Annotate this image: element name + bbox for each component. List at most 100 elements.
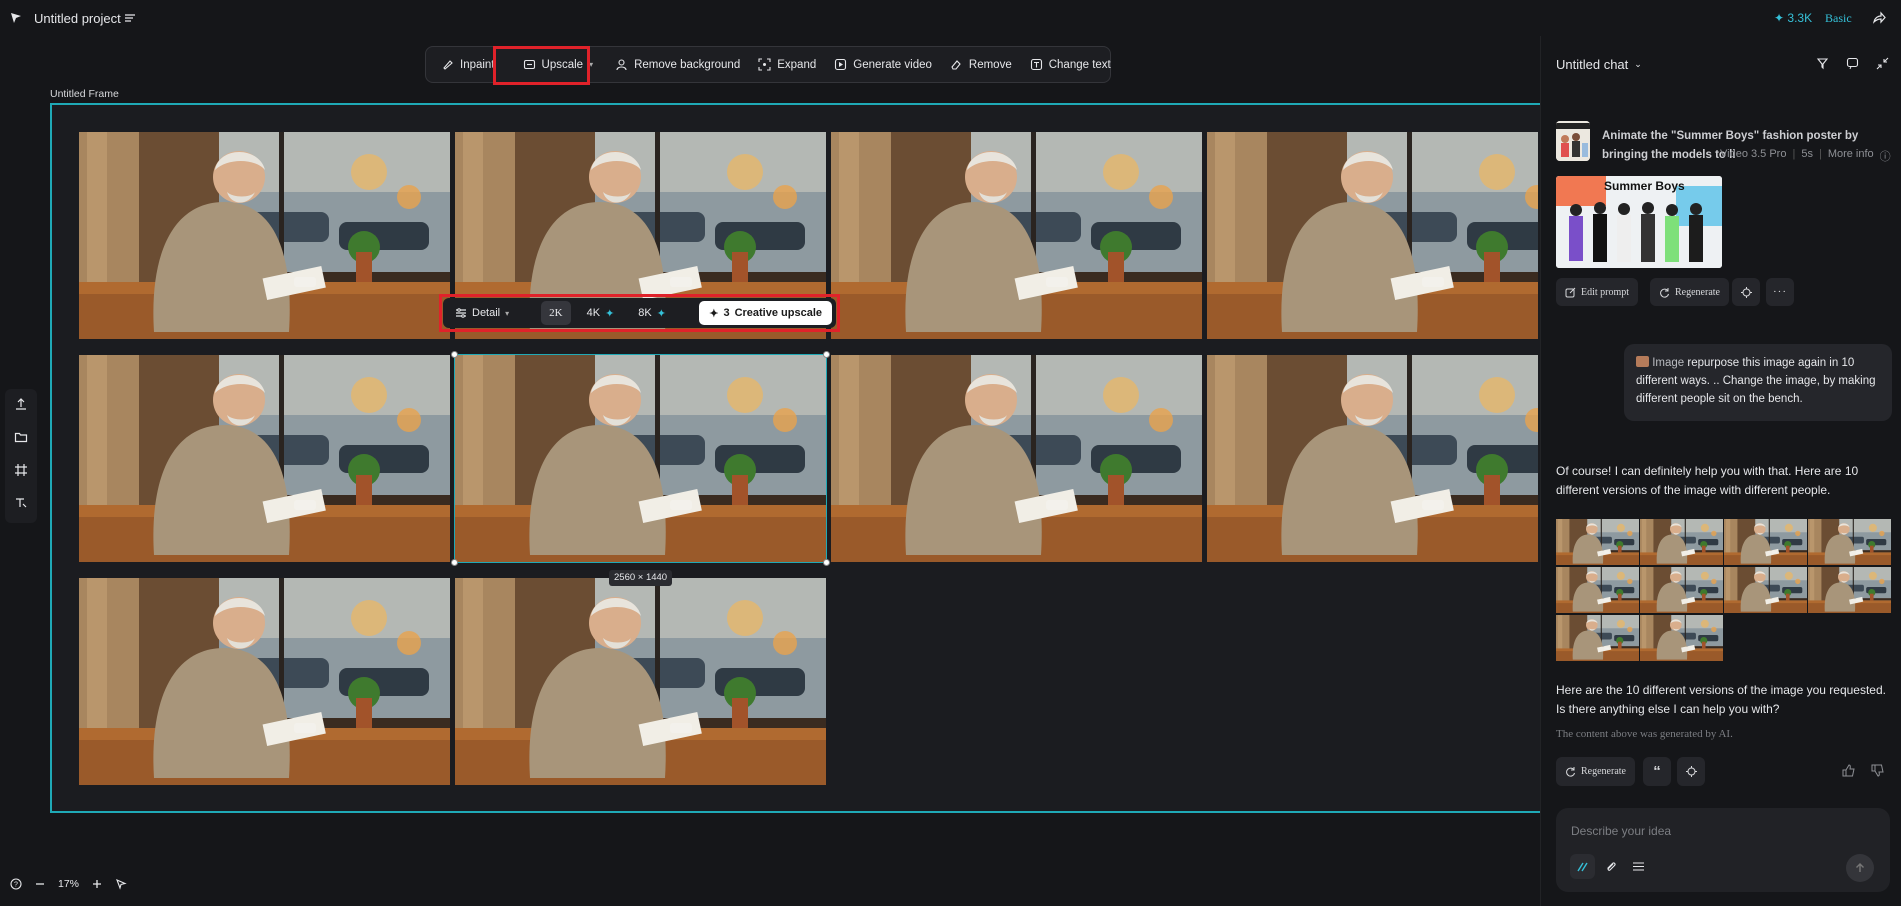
thumbnail-image[interactable]	[1640, 615, 1723, 661]
selection-box[interactable]	[454, 354, 827, 563]
zoom-controls: ? 17%	[10, 878, 127, 890]
change-text-button[interactable]: Change text	[1021, 50, 1120, 80]
poster-avatar	[1556, 121, 1590, 161]
canvas-image[interactable]	[79, 355, 450, 562]
resize-handle[interactable]	[451, 559, 458, 566]
more-icon: ···	[1773, 286, 1787, 298]
frame-label[interactable]: Untitled Frame	[50, 88, 119, 100]
regenerate-button[interactable]: Regenerate	[1650, 278, 1729, 306]
refresh-icon	[1566, 767, 1575, 777]
inpaint-button[interactable]: Inpaint	[432, 50, 504, 80]
folder-icon[interactable]	[14, 430, 28, 444]
cursor-icon[interactable]	[115, 878, 127, 890]
upscale-4k-option[interactable]: 4K ✦	[579, 301, 623, 325]
zoom-in-icon[interactable]	[91, 878, 103, 890]
resize-handle[interactable]	[823, 559, 830, 566]
thumbs-up-icon[interactable]	[1842, 764, 1855, 777]
zoom-out-icon[interactable]	[34, 878, 46, 890]
thumbnail-image[interactable]	[1640, 519, 1723, 565]
regenerate-label: Regenerate	[1581, 766, 1626, 777]
attach-button[interactable]	[1598, 854, 1623, 879]
credits-badge[interactable]: ✦ 3.3K	[1774, 11, 1812, 25]
poster-image[interactable]: Summer Boys	[1556, 176, 1722, 268]
edit-prompt-button[interactable]: Edit prompt	[1556, 278, 1639, 306]
credits-star-icon: ✦	[1774, 11, 1788, 25]
upscale-4k-label: 4K	[586, 307, 601, 319]
upscale-8k-option[interactable]: 8K ✦	[630, 301, 674, 325]
user-message: Image repurpose this image again in 10 d…	[1624, 344, 1892, 421]
thumbs-down-icon[interactable]	[1871, 764, 1884, 777]
thumbnail-image[interactable]	[1556, 615, 1639, 661]
remove-background-button[interactable]: Remove background	[606, 50, 749, 80]
project-title[interactable]: Untitled project	[34, 11, 121, 26]
canvas-image[interactable]	[79, 578, 450, 785]
send-button[interactable]	[1846, 854, 1874, 882]
plan-badge[interactable]: Basic	[1825, 11, 1852, 26]
meta-divider: |	[1818, 148, 1822, 160]
ai-disclaimer: The content above was generated by AI.	[1556, 728, 1733, 740]
canvas-image[interactable]	[455, 578, 826, 785]
settings-button[interactable]	[1626, 854, 1651, 879]
upscale-icon	[523, 59, 535, 70]
canvas-image[interactable]	[1207, 355, 1538, 562]
thumbnail-image[interactable]	[1556, 519, 1639, 565]
expand-button[interactable]: Expand	[749, 50, 825, 80]
detail-dropdown[interactable]: Detail ▾	[447, 301, 517, 325]
sparkle-icon: ✦	[709, 307, 719, 320]
new-chat-icon[interactable]	[1846, 57, 1859, 70]
arrow-up-icon	[1856, 863, 1864, 872]
creative-cost: 3	[723, 307, 730, 319]
video-icon	[835, 58, 847, 71]
info-icon: ⓘ	[1879, 151, 1891, 163]
filter-icon[interactable]	[1816, 57, 1829, 70]
chat-title[interactable]: Untitled chat ⌄	[1556, 57, 1642, 72]
resize-handle[interactable]	[451, 351, 458, 358]
canvas-image[interactable]	[831, 132, 1202, 339]
app-logo-icon[interactable]	[9, 11, 23, 25]
frame-icon[interactable]	[14, 463, 28, 477]
canvas-image[interactable]	[831, 355, 1202, 562]
target-button[interactable]	[1677, 757, 1705, 786]
quote-button[interactable]: “	[1643, 757, 1671, 786]
collapse-icon[interactable]	[1876, 57, 1889, 70]
creative-upscale-label: Creative upscale	[734, 307, 822, 319]
upscale-2k-option[interactable]: 2K	[541, 301, 571, 325]
upscale-button[interactable]: Upscale ▾	[514, 50, 603, 80]
image-tag-icon	[1636, 356, 1649, 367]
share-icon[interactable]	[1872, 11, 1886, 25]
thumbnail-image[interactable]	[1640, 567, 1723, 613]
creative-upscale-button[interactable]: ✦ 3 Creative upscale	[699, 301, 832, 325]
thumbnail-image[interactable]	[1724, 567, 1807, 613]
menu-icon[interactable]	[124, 12, 136, 24]
chat-title-label: Untitled chat	[1556, 57, 1629, 72]
target-icon	[1740, 286, 1752, 298]
dimension-label: 2560 × 1440	[609, 570, 673, 586]
text-tool-icon[interactable]	[14, 496, 28, 510]
expand-icon	[758, 58, 771, 71]
magic-tool-button[interactable]	[1570, 854, 1595, 879]
chat-input[interactable]: Describe your idea	[1571, 824, 1671, 838]
more-button[interactable]: ···	[1766, 278, 1794, 306]
paperclip-icon	[1607, 862, 1616, 871]
thumbnail-image[interactable]	[1808, 567, 1891, 613]
regenerate-button[interactable]: Regenerate	[1556, 757, 1635, 786]
refresh-icon	[1660, 287, 1669, 298]
thumbnail-image[interactable]	[1808, 519, 1891, 565]
more-info-link[interactable]: More info	[1828, 148, 1874, 164]
help-icon[interactable]: ?	[10, 878, 22, 890]
ai-reply: Here are the 10 different versions of th…	[1556, 683, 1886, 716]
upscale-8k-label: 8K	[638, 307, 652, 319]
target-button[interactable]	[1732, 278, 1760, 306]
top-bar	[0, 0, 1540, 36]
upload-icon[interactable]	[14, 397, 28, 411]
duration: 5s	[1801, 148, 1813, 160]
remove-button[interactable]: Remove	[941, 50, 1021, 80]
canvas-image[interactable]	[1207, 132, 1538, 339]
thumbnail-image[interactable]	[1556, 567, 1639, 613]
resize-handle[interactable]	[823, 351, 830, 358]
canvas-image[interactable]	[79, 132, 450, 339]
remove-background-label: Remove background	[634, 58, 741, 71]
zoom-level[interactable]: 17%	[58, 878, 79, 890]
generate-video-button[interactable]: Generate video	[825, 50, 941, 80]
thumbnail-image[interactable]	[1724, 519, 1807, 565]
